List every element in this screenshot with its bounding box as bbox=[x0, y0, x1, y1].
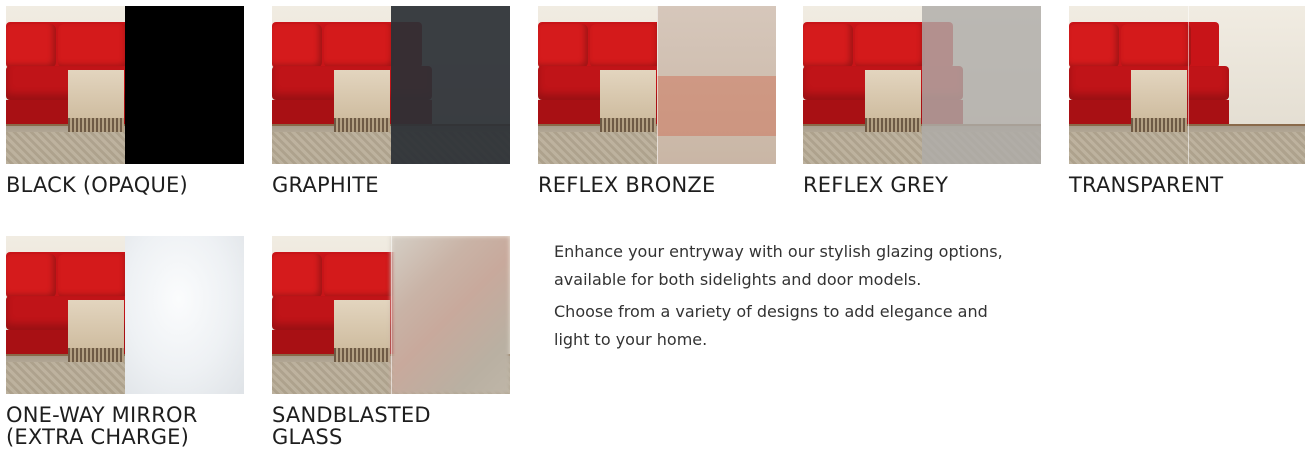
glass-option-label: BLACK (OPAQUE) bbox=[6, 173, 188, 197]
glass-swatch-image bbox=[1069, 6, 1305, 164]
glass-option-label-line1: ONE-WAY MIRROR bbox=[6, 403, 198, 427]
glass-option-transparent[interactable]: TRANSPARENT bbox=[1069, 6, 1305, 196]
glass-option-black-opaque[interactable]: BLACK (OPAQUE) bbox=[6, 6, 244, 196]
description-line: light to your home. bbox=[554, 330, 708, 349]
glass-option-label: REFLEX GREY bbox=[803, 173, 949, 197]
glass-swatch-image bbox=[6, 6, 244, 164]
description-paragraph-2: Choose from a variety of designs to add … bbox=[554, 298, 1114, 354]
glass-option-reflex-grey[interactable]: REFLEX GREY bbox=[803, 6, 1041, 196]
glazing-description: Enhance your entryway with our stylish g… bbox=[554, 238, 1114, 358]
glass-swatch-image bbox=[538, 6, 776, 164]
glass-option-label: REFLEX BRONZE bbox=[538, 173, 716, 197]
glass-option-label: SANDBLASTED GLASS bbox=[272, 404, 510, 448]
glass-swatch-image bbox=[803, 6, 1041, 164]
description-line: available for both sidelights and door m… bbox=[554, 270, 922, 289]
description-line: Choose from a variety of designs to add … bbox=[554, 302, 988, 321]
glass-option-label-line2: (EXTRA CHARGE) bbox=[6, 425, 190, 449]
glass-option-label: TRANSPARENT bbox=[1069, 173, 1224, 197]
glass-option-one-way-mirror[interactable]: ONE-WAY MIRROR (EXTRA CHARGE) bbox=[6, 236, 244, 448]
glass-option-sandblasted[interactable]: SANDBLASTED GLASS bbox=[272, 236, 510, 448]
glass-option-label: ONE-WAY MIRROR (EXTRA CHARGE) bbox=[6, 404, 244, 448]
glass-swatch-image bbox=[272, 6, 510, 164]
glass-swatch-image bbox=[272, 236, 510, 394]
description-line: Enhance your entryway with our stylish g… bbox=[554, 242, 1003, 261]
description-paragraph-1: Enhance your entryway with our stylish g… bbox=[554, 238, 1114, 294]
glass-option-graphite[interactable]: GRAPHITE bbox=[272, 6, 510, 196]
glass-option-label-line2: GLASS bbox=[272, 425, 343, 449]
glass-swatch-image bbox=[6, 236, 244, 394]
glass-option-label-line1: SANDBLASTED bbox=[272, 403, 431, 427]
glass-option-label: GRAPHITE bbox=[272, 173, 379, 197]
glass-option-reflex-bronze[interactable]: REFLEX BRONZE bbox=[538, 6, 776, 196]
